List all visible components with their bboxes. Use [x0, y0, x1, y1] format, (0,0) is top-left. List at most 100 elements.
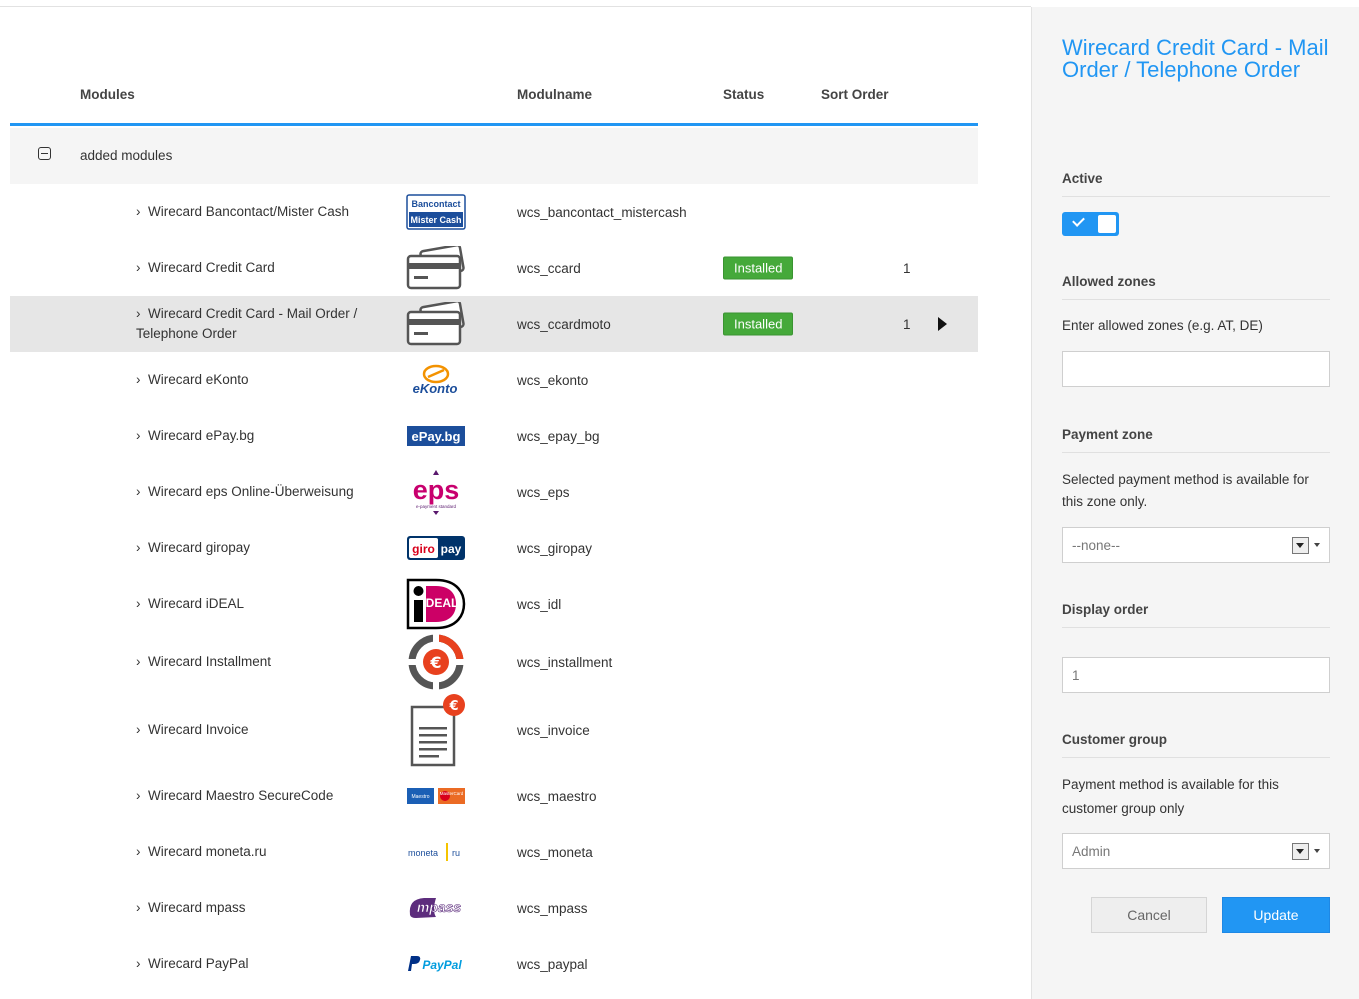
eps-logo-text: eps	[413, 475, 460, 505]
group-row-added-modules[interactable]: added modules	[10, 128, 978, 184]
status-badge: Installed	[723, 256, 794, 280]
module-name[interactable]: › Wirecard Credit Card - Mail Order / Te…	[136, 296, 386, 352]
module-id: wcs_ekonto	[517, 372, 589, 388]
table-row[interactable]: › Wirecard eps Online-Überweisung eps e-…	[10, 464, 978, 520]
table-row[interactable]: › Wirecard ePay.bg ePay.bg wcs_epay_bg	[10, 408, 978, 464]
module-id: wcs_bancontact_mistercash	[517, 204, 687, 220]
table-row[interactable]: › Wirecard moneta.ru moneta ru wcs_monet…	[10, 824, 978, 880]
module-id: wcs_moneta	[517, 844, 593, 860]
allowed-zones-input[interactable]	[1062, 351, 1330, 387]
collapse-icon[interactable]	[38, 147, 51, 160]
euro-icon: €	[448, 699, 458, 714]
moneta-logo-text: moneta	[408, 848, 438, 858]
mpass-logo-text: mpass	[417, 899, 462, 915]
module-name[interactable]: › Wirecard iDEAL	[136, 576, 386, 632]
module-name[interactable]: › Wirecard eKonto	[136, 352, 386, 408]
table-row[interactable]: › Wirecard eKonto eKonto wcs_ekonto	[10, 352, 978, 408]
mastercard-logo-text: MasterCard	[440, 791, 464, 796]
ekonto-logo-text: eKonto	[413, 381, 458, 396]
payment-zone-select[interactable]: --none--	[1062, 527, 1330, 563]
sort-order-value: 1	[903, 260, 911, 276]
table-row[interactable]: › Wirecard Maestro SecureCode Maestro Ma…	[10, 768, 978, 824]
active-toggle[interactable]	[1062, 212, 1119, 236]
module-name[interactable]: › Wirecard Installment	[136, 632, 386, 692]
module-name[interactable]: › Wirecard Bancontact/Mister Cash	[136, 184, 386, 240]
module-name[interactable]: › Wirecard moneta.ru	[136, 824, 386, 880]
sort-order-value: 1	[903, 316, 911, 332]
ideal-logo: DEAL	[404, 578, 468, 630]
customer-group-description: Payment method is available for this cus…	[1062, 777, 1279, 816]
table-row[interactable]: › Wirecard iDEAL DEAL wcs_idl	[10, 576, 978, 632]
active-label: Active	[1062, 171, 1103, 186]
epay-logo-text: ePay.bg	[412, 429, 461, 444]
dropdown-arrow-icon[interactable]	[1292, 843, 1309, 860]
module-id: wcs_giropay	[517, 540, 593, 556]
module-id: wcs_mpass	[517, 900, 588, 916]
bancontact-logo: Bancontact Mister Cash	[404, 194, 468, 230]
header-sort-order[interactable]: Sort Order	[821, 87, 889, 102]
divider	[1062, 757, 1330, 758]
dropdown-arrow-icon[interactable]	[1292, 537, 1309, 554]
invoice-logo: €	[404, 693, 468, 767]
moneta-logo: moneta ru	[404, 841, 468, 863]
table-row[interactable]: › Wirecard PayPal PayPal wcs_paypal	[10, 936, 978, 992]
module-name[interactable]: › Wirecard PayPal	[136, 936, 386, 992]
module-id: wcs_installment	[517, 654, 613, 670]
module-name[interactable]: › Wirecard ePay.bg	[136, 408, 386, 464]
customer-group-select[interactable]: Admin	[1062, 833, 1330, 869]
module-name[interactable]: › Wirecard giropay	[136, 520, 386, 576]
table-row-selected[interactable]: › Wirecard Credit Card - Mail Order / Te…	[10, 296, 978, 352]
allowed-zones-label: Allowed zones	[1062, 274, 1156, 289]
module-id: wcs_maestro	[517, 788, 597, 804]
epay-logo: ePay.bg	[404, 425, 468, 447]
giropay-logo: giro pay	[404, 535, 468, 561]
credit-card-logo	[404, 302, 468, 346]
ideal-logo-text: DEAL	[426, 596, 459, 610]
mpass-logo: mpass	[404, 895, 468, 921]
moneta-logo-ru: ru	[452, 848, 460, 858]
update-button[interactable]: Update	[1222, 897, 1330, 933]
table-row[interactable]: › Wirecard Invoice € wcs_invoice	[10, 692, 978, 768]
bancontact-logo-top: Bancontact	[411, 199, 460, 209]
table-row[interactable]: › Wirecard Installment € wcs_installment	[10, 632, 978, 692]
giropay-logo-pay: pay	[441, 542, 462, 556]
table-row[interactable]: › Wirecard Credit Card wcs_ccard Install…	[10, 240, 978, 296]
giropay-logo-giro: giro	[412, 542, 435, 556]
module-name[interactable]: › Wirecard Maestro SecureCode	[136, 768, 386, 824]
module-id: wcs_paypal	[517, 956, 588, 972]
modules-table: Modules Modulname Status Sort Order adde…	[10, 0, 978, 999]
eps-logo-sub: e-payment standard	[416, 504, 457, 509]
module-name[interactable]: › Wirecard eps Online-Überweisung	[136, 464, 386, 520]
divider	[1062, 196, 1330, 197]
table-header: Modules Modulname Status Sort Order	[10, 78, 978, 126]
module-name[interactable]: › Wirecard mpass	[136, 880, 386, 936]
module-id: wcs_ccardmoto	[517, 316, 611, 332]
payment-zone-selected-value: --none--	[1072, 537, 1121, 553]
divider	[1062, 452, 1330, 453]
chevron-down-icon	[1314, 543, 1320, 547]
divider	[1062, 627, 1330, 628]
module-name[interactable]: › Wirecard Credit Card	[136, 240, 386, 296]
ekonto-logo: eKonto	[404, 363, 468, 397]
module-settings-panel: Wirecard Credit Card - Mail Order / Tele…	[1031, 7, 1359, 999]
customer-group-selected-value: Admin	[1072, 843, 1111, 859]
selected-arrow-icon	[938, 317, 947, 331]
header-modulname[interactable]: Modulname	[517, 87, 592, 102]
header-status[interactable]: Status	[723, 87, 764, 102]
table-row[interactable]: › Wirecard giropay giro pay wcs_giropay	[10, 520, 978, 576]
display-order-input[interactable]: 1	[1062, 657, 1330, 693]
module-id: wcs_eps	[517, 484, 570, 500]
panel-title: Wirecard Credit Card - Mail Order / Tele…	[1062, 35, 1329, 82]
installment-logo: €	[404, 632, 468, 692]
table-row[interactable]: › Wirecard mpass mpass wcs_mpass	[10, 880, 978, 936]
header-modules[interactable]: Modules	[80, 87, 135, 102]
module-id: wcs_epay_bg	[517, 428, 600, 444]
bancontact-logo-bottom: Mister Cash	[410, 215, 461, 225]
module-id: wcs_invoice	[517, 722, 590, 738]
toggle-knob	[1098, 215, 1116, 233]
module-name[interactable]: › Wirecard Invoice	[136, 692, 386, 768]
cancel-button[interactable]: Cancel	[1091, 897, 1207, 933]
credit-card-logo	[404, 246, 468, 290]
chevron-down-icon	[1314, 849, 1320, 853]
table-row[interactable]: › Wirecard Bancontact/Mister Cash Bancon…	[10, 184, 978, 240]
